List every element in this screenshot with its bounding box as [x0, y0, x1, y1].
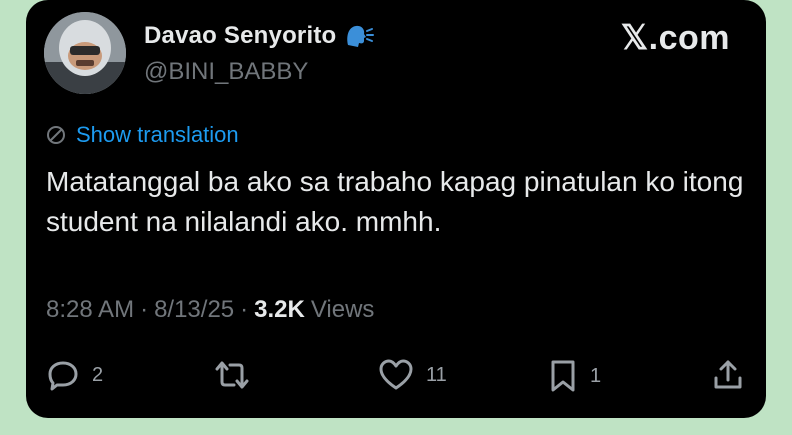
- author-handle[interactable]: @BINI_BABBY: [144, 58, 308, 86]
- reply-button[interactable]: 2: [46, 358, 103, 392]
- tweet-date[interactable]: 8/13/25: [154, 296, 234, 324]
- show-translation-link[interactable]: Show translation: [46, 122, 239, 148]
- tweet-text: Matatanggal ba ako sa trabaho kapag pina…: [46, 166, 744, 237]
- author-name-row: Davao Senyorito: [144, 22, 375, 50]
- bookmark-button[interactable]: 1: [548, 358, 601, 394]
- avatar-image: [44, 12, 126, 94]
- share-button[interactable]: [712, 358, 744, 392]
- bookmark-icon: [548, 358, 578, 394]
- repost-button[interactable]: [214, 358, 262, 392]
- speaking-head-icon: [344, 23, 375, 49]
- meta-separator: ·: [240, 296, 249, 323]
- views-label: Views: [310, 296, 375, 323]
- tweet-card: Davao Senyorito @BINI_BABBY 𝕏.com Show t…: [26, 0, 766, 418]
- x-logo: 𝕏.com: [620, 19, 730, 57]
- show-translation-label: Show translation: [76, 122, 239, 147]
- globe-icon: [46, 125, 66, 145]
- bookmark-count: 1: [590, 364, 602, 387]
- reply-icon: [46, 358, 80, 392]
- like-icon: [378, 358, 414, 392]
- meta-separator: ·: [140, 296, 149, 323]
- like-button[interactable]: 11: [378, 358, 447, 392]
- tweet-meta: 8:28 AM · 8/13/25 · 3.2K Views: [46, 296, 374, 324]
- views-count: 3.2K: [254, 296, 305, 323]
- avatar[interactable]: [44, 12, 126, 94]
- reply-count: 2: [92, 363, 104, 386]
- author-display-name[interactable]: Davao Senyorito: [144, 22, 336, 50]
- share-icon: [712, 358, 744, 392]
- like-count: 11: [426, 363, 447, 386]
- repost-icon: [214, 358, 250, 392]
- tweet-time[interactable]: 8:28 AM: [46, 296, 134, 324]
